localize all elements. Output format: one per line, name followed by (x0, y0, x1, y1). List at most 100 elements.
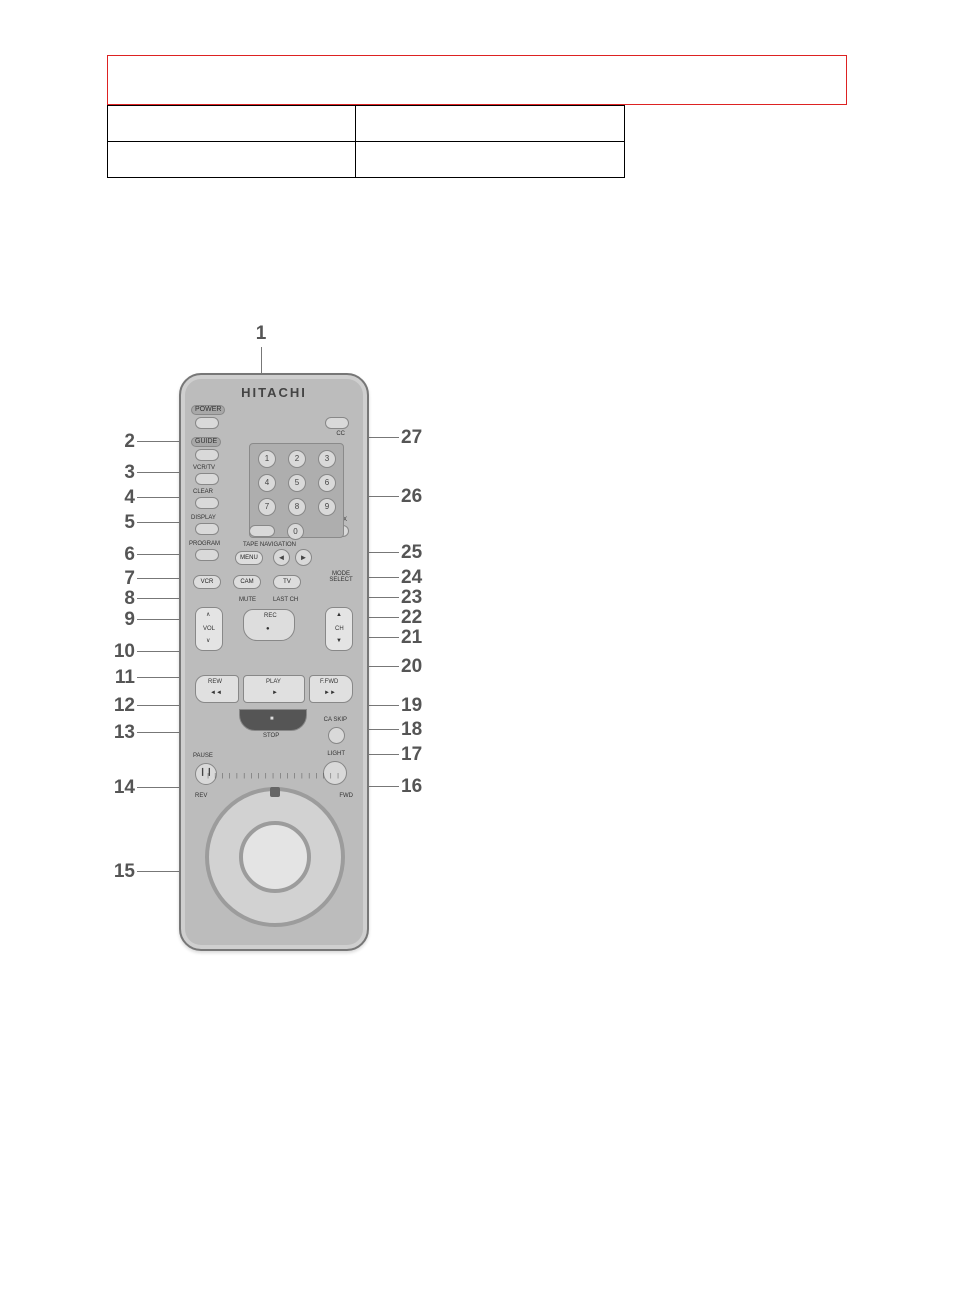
ch-up-glyph: ▲ (336, 612, 342, 618)
caskip-label: CA SKIP (324, 717, 347, 723)
cc-label: CC (336, 431, 345, 437)
stop-button[interactable]: ■ (239, 709, 307, 731)
callout-17: 17 (401, 744, 429, 766)
key-7[interactable]: 7 (258, 498, 276, 516)
cam-mode-button[interactable]: CAM (233, 575, 261, 589)
shuttle-indicator (270, 787, 280, 797)
clear-button[interactable] (195, 497, 219, 509)
remote-body: HITACHI POWER CC GUIDE VCR/TV CLEAR DISP… (179, 373, 369, 951)
callout-7: 7 (107, 568, 135, 590)
cell (108, 142, 356, 178)
callout-4: 4 (107, 487, 135, 509)
callout-20: 20 (401, 656, 429, 678)
tape-nav-label: TAPE NAVIGATION (243, 542, 296, 548)
power-label: POWER (191, 405, 225, 415)
shuttle-tick-marks: | | | | | | | | | | | | | | | | | | | (193, 773, 355, 787)
tv-mode-button[interactable]: TV (273, 575, 301, 589)
callout-23: 23 (401, 587, 429, 609)
rewind-button[interactable]: REW ◄◄ (195, 675, 239, 703)
callout-10: 10 (107, 641, 135, 663)
remote-diagram: 1 2 3 4 5 6 7 8 9 10 11 12 13 14 15 27 2… (107, 323, 467, 983)
callout-21: 21 (401, 627, 429, 649)
callout-26: 26 (401, 486, 429, 508)
hundred-button[interactable] (249, 525, 275, 537)
cell (356, 106, 625, 142)
key-4[interactable]: 4 (258, 474, 276, 492)
callout-8: 8 (107, 588, 135, 610)
red-outline-banner (107, 55, 847, 105)
shuttle-ring[interactable] (205, 787, 345, 927)
key-0[interactable]: 0 (287, 523, 304, 540)
rew-label: REW (208, 679, 222, 685)
callout-27: 27 (401, 427, 429, 449)
vcrtv-label: VCR/TV (193, 465, 215, 471)
mute-label: MUTE (239, 597, 256, 603)
callout-24: 24 (401, 567, 429, 589)
key-2[interactable]: 2 (288, 450, 306, 468)
pause-label: PAUSE (193, 753, 213, 759)
lastch-label: LAST CH (273, 597, 298, 603)
cell (108, 106, 356, 142)
display-label: DISPLAY (191, 515, 216, 521)
ch-label: CH (335, 626, 344, 632)
stop-label: STOP (263, 733, 279, 739)
mode-select-label: MODE SELECT (325, 571, 357, 583)
callout-5: 5 (107, 512, 135, 534)
nav-left-button[interactable]: ◄ (273, 549, 290, 566)
shuttle-rev-label: REV (195, 793, 207, 799)
ffwd-label: F.FWD (320, 679, 338, 685)
menu-button[interactable]: MENU (235, 551, 263, 565)
ch-down-glyph: ▼ (336, 638, 342, 644)
ffwd-button[interactable]: F.FWD ►► (309, 675, 353, 703)
record-button[interactable]: REC ● (243, 609, 295, 641)
stop-glyph: ■ (270, 716, 274, 722)
power-button[interactable] (195, 417, 219, 429)
callout-25: 25 (401, 542, 429, 564)
callout-2: 2 (107, 431, 135, 453)
callout-3: 3 (107, 462, 135, 484)
cell (356, 142, 625, 178)
display-button[interactable] (195, 523, 219, 535)
callout-11: 11 (107, 667, 135, 689)
callout-6: 6 (107, 544, 135, 566)
key-6[interactable]: 6 (318, 474, 336, 492)
program-label: PROGRAM (189, 541, 220, 547)
info-table (107, 105, 625, 178)
key-9[interactable]: 9 (318, 498, 336, 516)
key-5[interactable]: 5 (288, 474, 306, 492)
vcr-mode-button[interactable]: VCR (193, 575, 221, 589)
callout-19: 19 (401, 695, 429, 717)
cc-button[interactable] (325, 417, 349, 429)
rec-dot: ● (266, 626, 270, 632)
callout-16: 16 (401, 776, 429, 798)
program-button[interactable] (195, 549, 219, 561)
guide-label: GUIDE (191, 437, 221, 447)
shuttle-fwd-label: FWD (339, 793, 353, 799)
jog-dial[interactable] (239, 821, 311, 893)
vol-up-glyph: ∧ (206, 612, 210, 618)
callout-14: 14 (107, 777, 135, 799)
callout-13: 13 (107, 722, 135, 744)
table-row (108, 142, 625, 178)
callout-1: 1 (247, 323, 275, 345)
guide-button[interactable] (195, 449, 219, 461)
vol-down-glyph: ∨ (206, 638, 210, 644)
key-3[interactable]: 3 (318, 450, 336, 468)
volume-rocker[interactable]: ∧ VOL ∨ (195, 607, 223, 651)
rew-glyph: ◄◄ (210, 690, 222, 696)
table-row (108, 106, 625, 142)
light-label: LIGHT (327, 751, 345, 757)
key-8[interactable]: 8 (288, 498, 306, 516)
caskip-button[interactable] (328, 727, 345, 744)
clear-label: CLEAR (193, 489, 213, 495)
callout-9: 9 (107, 609, 135, 631)
rec-label: REC (264, 613, 277, 619)
vcrtv-button[interactable] (195, 473, 219, 485)
key-1[interactable]: 1 (258, 450, 276, 468)
play-button[interactable]: PLAY ► (243, 675, 305, 703)
ffwd-glyph: ►► (324, 690, 336, 696)
callout-15: 15 (107, 861, 135, 883)
channel-rocker[interactable]: ▲ CH ▼ (325, 607, 353, 651)
nav-right-button[interactable]: ► (295, 549, 312, 566)
callout-12: 12 (107, 695, 135, 717)
